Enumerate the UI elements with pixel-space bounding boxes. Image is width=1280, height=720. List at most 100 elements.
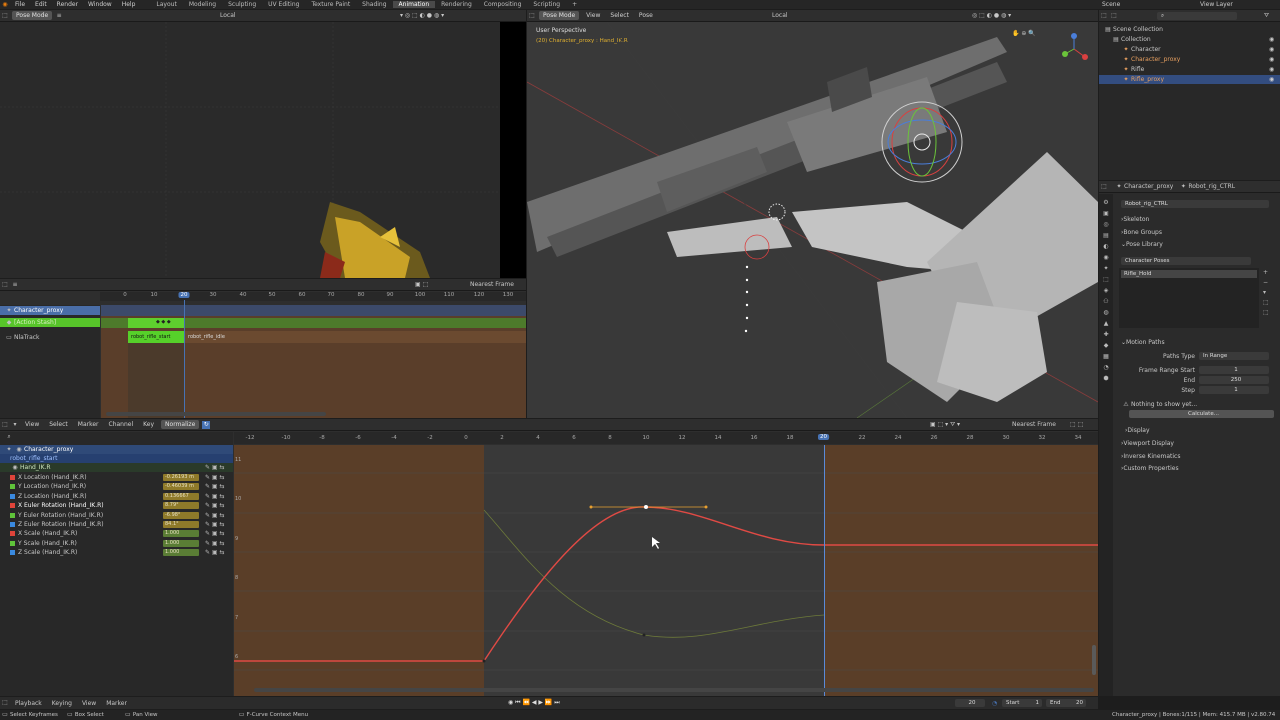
section-custom-properties[interactable]: › Custom Properties: [1115, 464, 1275, 473]
dropdown-chevron-icon[interactable]: ▾: [11, 421, 19, 429]
channel-search[interactable]: ⌕: [0, 432, 233, 441]
channel-value-field[interactable]: 84.1°: [163, 521, 199, 528]
nla-track-action[interactable]: ◆ [Action Stash]: [0, 318, 100, 327]
viewport-shading-icons[interactable]: ▾ ◎ ⬚ ◐ ● ◍ ▾: [400, 12, 444, 19]
channel-value-field[interactable]: -0.46039 m: [163, 483, 199, 491]
graph-snap-dropdown[interactable]: Nearest Frame: [1012, 421, 1056, 428]
menu-pose[interactable]: Pose: [634, 12, 658, 19]
orientation-dropdown[interactable]: Local: [772, 12, 788, 19]
end-field[interactable]: 250: [1199, 376, 1269, 384]
properties-tab-icons[interactable]: ⚙ ▣ ◎ ▤ ◐ ◉ ✦ ⬚ ◈ ⚇ ◍ ▲ ✚ ◆ ▦ ◔ ⬢: [1099, 194, 1113, 384]
tab-scripting[interactable]: Scripting: [527, 1, 566, 8]
graph-h-scrollbar[interactable]: [254, 688, 1094, 692]
graph-current-frame[interactable]: 20: [818, 434, 829, 440]
outliner-character[interactable]: ✦ Character ◉: [1099, 45, 1280, 54]
menu-render[interactable]: Render: [52, 1, 83, 8]
visibility-eye-icon[interactable]: ◉: [1269, 56, 1274, 63]
graph-v-scrollbar[interactable]: [1092, 645, 1096, 675]
outliner-character-proxy[interactable]: ✦ Character_proxy ◉: [1099, 55, 1280, 64]
nla-track[interactable]: ▭ NlaTrack: [0, 333, 100, 342]
navigation-gizmo[interactable]: [1057, 32, 1091, 66]
tab-compositing[interactable]: Compositing: [478, 1, 528, 8]
graph-area[interactable]: 11 10 9 8 7 6: [234, 445, 1098, 696]
group-eye-icon[interactable]: ◉: [11, 464, 19, 472]
end-frame-field[interactable]: End 20: [1046, 699, 1086, 707]
menu-view[interactable]: View: [581, 12, 605, 19]
visibility-eye-icon[interactable]: ◉: [1269, 46, 1274, 53]
channel-object[interactable]: ✦ ◉ Character_proxy: [0, 445, 233, 454]
outliner-scene-collection[interactable]: ▤ Scene Collection: [1099, 25, 1280, 34]
tab-rendering[interactable]: Rendering: [435, 1, 478, 8]
scene-selector[interactable]: Scene: [1102, 1, 1120, 8]
nla-strip-area[interactable]: ◆ ◆ ◆ robot_rifle_start robot_rifle_idle: [101, 300, 526, 418]
editor-type-icon[interactable]: ⬚: [1100, 12, 1108, 20]
graph-playhead[interactable]: [824, 445, 825, 696]
channel-toggle-icons[interactable]: ✎ ▣ ⇆: [205, 502, 225, 509]
channel-value-field[interactable]: -0.26193 m: [163, 474, 199, 481]
outliner-collection[interactable]: ▤ Collection ◉: [1099, 35, 1280, 44]
blender-logo-icon[interactable]: ◉: [1, 1, 9, 9]
channel-toggle-icons[interactable]: ✎ ▣ ⇆: [205, 474, 225, 481]
channel-toggle-icons[interactable]: ✎ ▣ ⇆: [205, 512, 225, 519]
outliner-rifle[interactable]: ✦ Rifle ◉: [1099, 65, 1280, 74]
section-inverse-kinematics[interactable]: › Inverse Kinematics: [1115, 452, 1275, 461]
menu-marker[interactable]: Marker: [101, 700, 132, 707]
menu-window[interactable]: Window: [83, 1, 117, 8]
frame-range-start-field[interactable]: 1: [1199, 366, 1269, 374]
tab-sculpting[interactable]: Sculpting: [222, 1, 262, 8]
tab-layout[interactable]: Layout: [150, 1, 182, 8]
nla-strip-start[interactable]: robot_rifle_start: [128, 331, 184, 343]
fcurve-channel[interactable]: Z Location (Hand_IK.R) 0.136667 ✎ ▣ ⇆: [0, 492, 233, 501]
properties-object-name[interactable]: Character_proxy: [1124, 183, 1173, 190]
graph-extra-icons[interactable]: ⬚ ⬚: [1070, 421, 1083, 428]
visibility-eye-icon[interactable]: ◉: [1269, 66, 1274, 73]
editor-type-icon[interactable]: ⬚: [1, 421, 9, 429]
nla-current-frame[interactable]: 20: [178, 292, 190, 298]
channel-toggle-icons[interactable]: ✎ ▣ ⇆: [205, 549, 225, 556]
channel-toggle-icons[interactable]: ✎ ▣ ⇆: [205, 521, 225, 528]
menu-edit[interactable]: Edit: [30, 1, 52, 8]
pose-library-selector[interactable]: Character Poses: [1121, 257, 1251, 265]
channel-value-field[interactable]: 8.79°: [163, 502, 199, 510]
preview-range-icon[interactable]: ◔: [992, 700, 997, 707]
outliner[interactable]: ⬚ ⬚ ⌕ ⛛ ▤ Scene Collection ▤ Collection ◉ …: [1099, 10, 1280, 180]
group-toggle-icons[interactable]: ✎ ▣ ⇆: [205, 464, 225, 471]
fcurve-channel[interactable]: Z Euler Rotation (Hand_IK.R) 84.1° ✎ ▣ ⇆: [0, 520, 233, 529]
fcurve-channel[interactable]: X Location (Hand_IK.R) -0.26193 m ✎ ▣ ⇆: [0, 473, 233, 482]
step-field[interactable]: 1: [1199, 386, 1269, 394]
nla-frame-ruler[interactable]: 0 10 20 30 40 50 60 70 80 90 100 110 120…: [100, 292, 526, 301]
properties-editor[interactable]: ⬚ ✦ Character_proxy ✦ Robot_rig_CTRL ⚙ ▣ ◎…: [1099, 181, 1280, 696]
channel-action[interactable]: robot_rifle_start: [0, 454, 233, 463]
channel-toggle-icons[interactable]: ✎ ▣ ⇆: [205, 493, 225, 500]
display-mode-icon[interactable]: ⬚: [1110, 12, 1118, 20]
tab-uv-editing[interactable]: UV Editing: [262, 1, 305, 8]
tab-shading[interactable]: Shading: [356, 1, 392, 8]
nla-editor[interactable]: ⬚ ≡ ▣ ⬚ Nearest Frame 0 10 20 30 40 50 6…: [0, 279, 526, 418]
fcurve-channel[interactable]: Y Scale (Hand_IK.R) 1.000 ✎ ▣ ⇆: [0, 539, 233, 548]
pose-list[interactable]: Rifle_Hold: [1119, 268, 1259, 328]
normalize-settings-icon[interactable]: ↻: [202, 420, 211, 429]
channel-toggle-icons[interactable]: ✎ ▣ ⇆: [205, 530, 225, 537]
menu-marker[interactable]: Marker: [73, 421, 104, 428]
editor-type-icon[interactable]: ⬚: [1, 12, 9, 20]
section-motion-paths[interactable]: ⌄ Motion Paths: [1115, 338, 1275, 347]
menu-keying[interactable]: Keying: [47, 700, 77, 707]
section-skeleton[interactable]: › Skeleton: [1115, 215, 1275, 224]
channel-toggle-icons[interactable]: ✎ ▣ ⇆: [205, 540, 225, 547]
graph-filter-icons[interactable]: ▣ ⬚ ▾ ⛛ ▾: [930, 421, 960, 429]
viewport-nav-icons[interactable]: ✋ ⊕ 🔍: [1012, 30, 1036, 37]
editor-type-icon[interactable]: ⬚: [1, 281, 9, 289]
menu-view[interactable]: View: [77, 700, 101, 707]
section-pose-library[interactable]: ⌄ Pose Library: [1115, 240, 1275, 249]
filter-icon[interactable]: ⛛: [1264, 12, 1269, 20]
channel-value-field[interactable]: 0.136667: [163, 492, 199, 500]
pose-item[interactable]: Rifle_Hold: [1121, 270, 1257, 278]
graph-editor[interactable]: ⬚ ▾ View Select Marker Channel Key Norma…: [0, 419, 1098, 696]
nla-scrollbar[interactable]: [106, 412, 326, 416]
editor-type-icon[interactable]: ⬚: [528, 12, 536, 20]
channel-value-field[interactable]: 1.000: [163, 530, 199, 538]
channel-group[interactable]: ◉ Hand_IK.R ✎ ▣ ⇆: [0, 463, 233, 472]
mode-dropdown[interactable]: Pose Mode: [539, 11, 580, 20]
start-frame-field[interactable]: Start 1: [1002, 699, 1042, 707]
normalize-toggle[interactable]: Normalize: [161, 420, 200, 429]
